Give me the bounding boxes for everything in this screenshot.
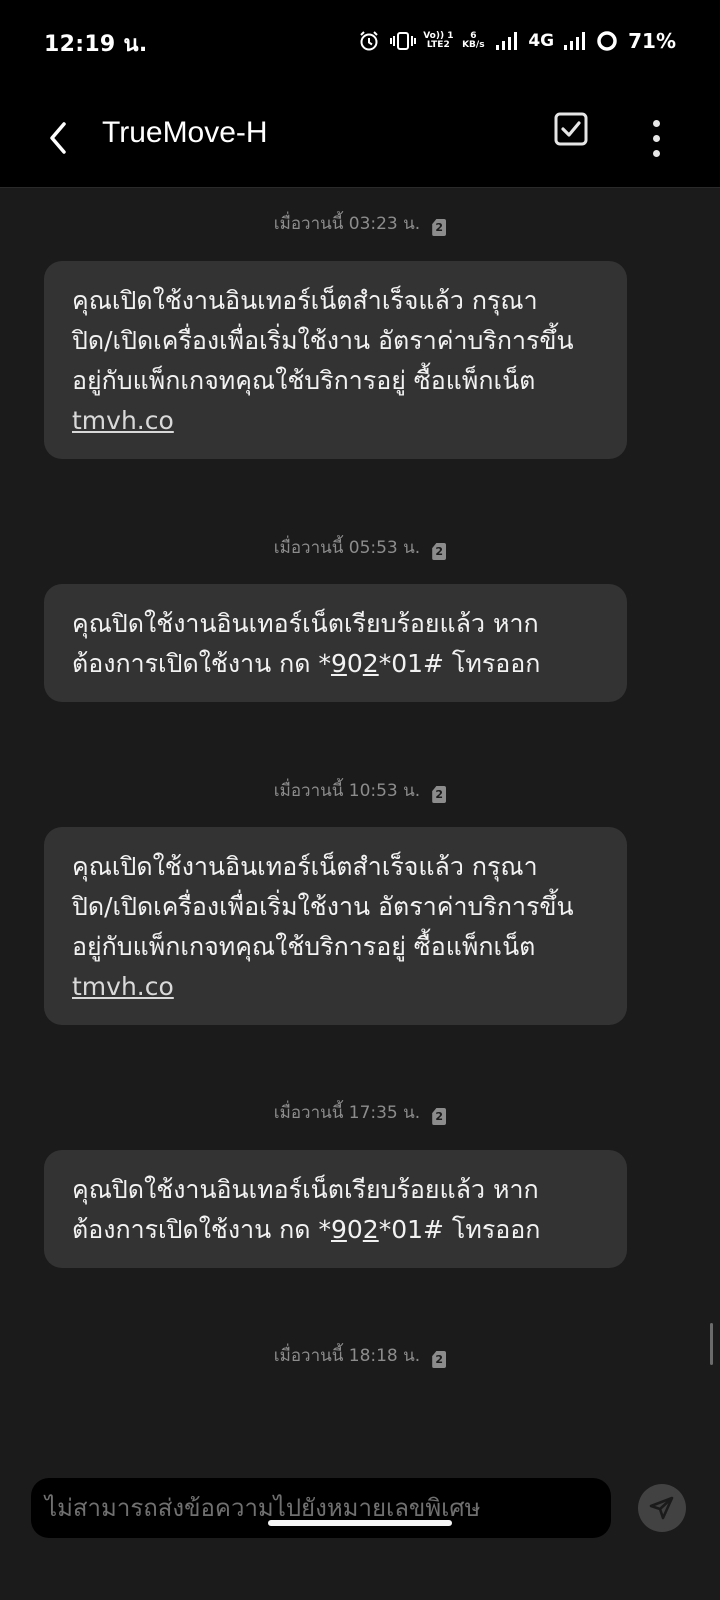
- home-indicator[interactable]: [268, 1520, 452, 1526]
- message-list[interactable]: เมื่อวานนี้ 03:23 น. 2 คุณเปิดใช้งานอินเท…: [0, 189, 720, 1457]
- battery-percent: 71%: [628, 29, 676, 53]
- message-bubble[interactable]: คุณเปิดใช้งานอินเทอร์เน็ตสำเร็จแล้ว กรุณ…: [44, 261, 627, 459]
- messages-screen: 12:19 น. Vo)) 1 LTE2 6 KB/s 4G 71% TrueM…: [0, 0, 720, 1600]
- signal-2-icon: [564, 31, 586, 51]
- timestamp-text: เมื่อวานนี้ 18:18 น.: [273, 1346, 421, 1366]
- message-line: คุณเปิดใช้งานอินเทอร์เน็ตสำเร็จแล้ว กรุณ…: [72, 852, 538, 881]
- message-link[interactable]: tmvh.co: [72, 401, 603, 441]
- message-line: ต้องการเปิดใช้งาน กด *902*01# โทรออก: [72, 1210, 603, 1250]
- more-dot: [652, 134, 660, 142]
- message-line: คุณปิดใช้งานอินเทอร์เน็ตเรียบร้อยแล้ว หา…: [72, 609, 539, 638]
- message-line: อยู่กับแพ็กเกจทคุณใช้บริการอยู่ ซื้อแพ็ก…: [72, 932, 536, 961]
- timestamp-text: เมื่อวานนี้ 10:53 น.: [273, 781, 421, 801]
- back-arrow-icon: [50, 122, 66, 154]
- message-bubble[interactable]: คุณปิดใช้งานอินเทอร์เน็ตเรียบร้อยแล้ว หา…: [44, 1150, 627, 1268]
- message-timestamp: เมื่อวานนี้ 03:23 น. 2: [0, 210, 720, 237]
- battery-icon: [596, 30, 618, 52]
- alarm-icon: [358, 30, 380, 52]
- message-bubble[interactable]: คุณปิดใช้งานอินเทอร์เน็ตเรียบร้อยแล้ว หา…: [44, 584, 627, 702]
- phone-digit: 0: [346, 649, 363, 678]
- more-dot: [652, 149, 660, 157]
- phone-digit[interactable]: 9: [331, 1215, 347, 1244]
- vibrate-icon: [390, 30, 417, 52]
- message-line: คุณเปิดใช้งานอินเทอร์เน็ตสำเร็จแล้ว กรุณ…: [72, 286, 538, 315]
- conversation-title: TrueMove-H: [102, 116, 268, 149]
- message-line: คุณปิดใช้งานอินเทอร์เน็ตเรียบร้อยแล้ว หา…: [72, 1175, 539, 1204]
- more-options-button[interactable]: [638, 112, 674, 164]
- message-timestamp: เมื่อวานนี้ 10:53 น. 2: [0, 777, 720, 804]
- timestamp-text: เมื่อวานนี้ 03:23 น.: [273, 214, 421, 234]
- message-timestamp: เมื่อวานนี้ 17:35 น. 2: [0, 1099, 720, 1126]
- sim2-icon: 2: [432, 786, 447, 803]
- signal-icon: [496, 31, 518, 51]
- volte-icon: Vo)) 1 LTE2: [423, 31, 454, 50]
- sim2-icon: 2: [432, 219, 447, 236]
- message-timestamp: เมื่อวานนี้ 05:53 น. 2: [0, 534, 720, 561]
- back-button[interactable]: [38, 112, 78, 164]
- data-rate: 6 KB/s: [462, 31, 485, 50]
- send-icon: [649, 1496, 674, 1520]
- checkbox-icon: [554, 112, 588, 146]
- message-link[interactable]: tmvh.co: [72, 967, 603, 1007]
- status-time: 12:19 น.: [44, 31, 148, 57]
- composer-area: ไม่สามารถส่งข้อความไปยังหมายเลขพิเศษ: [0, 1457, 720, 1600]
- send-button[interactable]: [638, 1484, 686, 1532]
- message-line: ปิด/เปิดเครื่องเพื่อเริ่มใช้งาน อัตราค่า…: [72, 892, 574, 921]
- sim2-icon: 2: [432, 1108, 447, 1125]
- message-text: *01# โทรออก: [378, 1215, 541, 1244]
- timestamp-text: เมื่อวานนี้ 05:53 น.: [273, 538, 421, 558]
- phone-digit[interactable]: 9: [331, 649, 347, 678]
- message-bubble[interactable]: คุณเปิดใช้งานอินเทอร์เน็ตสำเร็จแล้ว กรุณ…: [44, 827, 627, 1025]
- scrollbar[interactable]: [710, 1323, 713, 1365]
- timestamp-text: เมื่อวานนี้ 17:35 น.: [273, 1103, 421, 1123]
- message-timestamp: เมื่อวานนี้ 18:18 น. 2: [0, 1342, 720, 1369]
- more-vertical-icon: [652, 119, 660, 127]
- select-messages-button[interactable]: [554, 112, 592, 150]
- message-text: ต้องการเปิดใช้งาน กด *: [72, 649, 331, 678]
- status-icons: Vo)) 1 LTE2 6 KB/s 4G 71%: [358, 29, 676, 53]
- network-type: 4G: [528, 31, 555, 51]
- message-line: ต้องการเปิดใช้งาน กด *902*01# โทรออก: [72, 644, 603, 684]
- app-bar: TrueMove-H: [0, 88, 720, 188]
- phone-digit: 0: [346, 1215, 363, 1244]
- message-text: *01# โทรออก: [378, 649, 541, 678]
- message-input[interactable]: ไม่สามารถส่งข้อความไปยังหมายเลขพิเศษ: [31, 1478, 611, 1538]
- message-line: อยู่กับแพ็กเกจทคุณใช้บริการอยู่ ซื้อแพ็ก…: [72, 366, 536, 395]
- phone-digit[interactable]: 2: [363, 649, 379, 678]
- message-text: ต้องการเปิดใช้งาน กด *: [72, 1215, 331, 1244]
- status-bar: 12:19 น. Vo)) 1 LTE2 6 KB/s 4G 71%: [0, 0, 720, 88]
- sim2-icon: 2: [432, 1351, 447, 1368]
- message-line: ปิด/เปิดเครื่องเพื่อเริ่มใช้งาน อัตราค่า…: [72, 326, 574, 355]
- sim2-icon: 2: [432, 543, 447, 560]
- phone-digit[interactable]: 2: [363, 1215, 379, 1244]
